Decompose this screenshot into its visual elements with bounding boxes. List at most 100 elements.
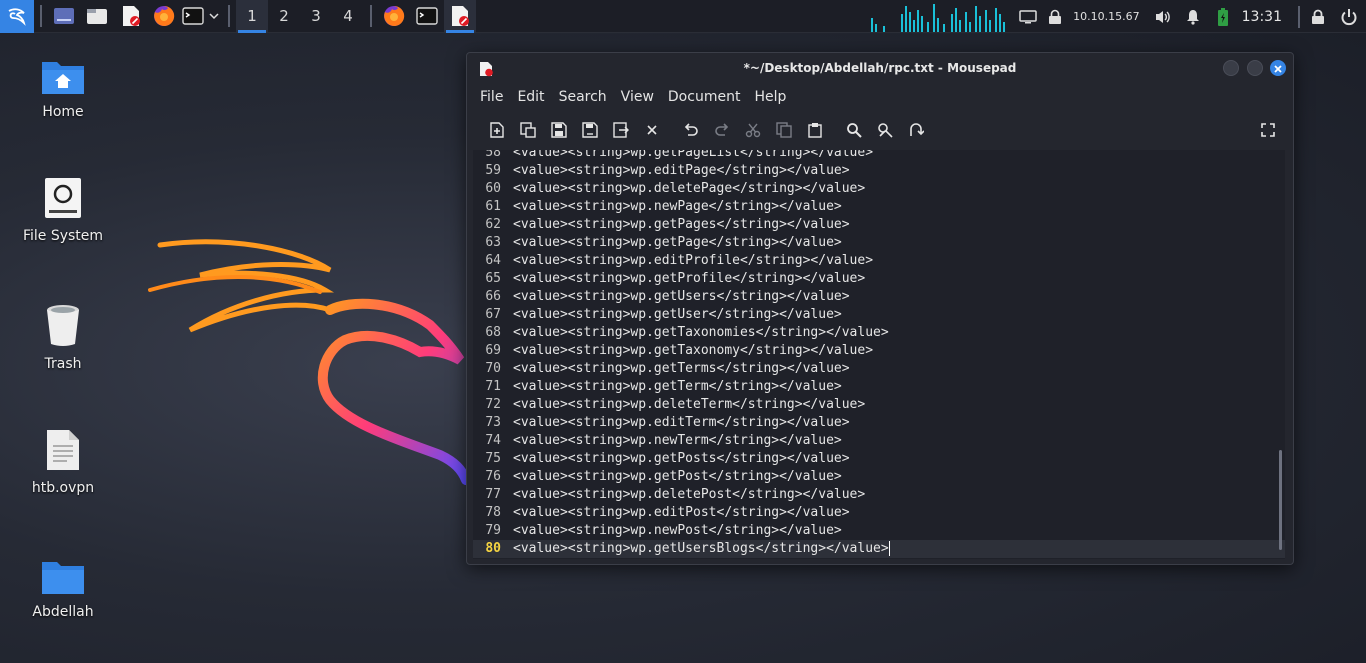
line-number: 72 [485, 397, 501, 412]
line-text: <value><string>wp.getUser</string></valu… [513, 307, 842, 322]
save-button[interactable] [543, 116, 574, 144]
editor-line: 69 <value><string>wp.getTaxonomy</string>… [473, 342, 1285, 360]
line-text: <value><string>wp.deletePage</string></v… [513, 181, 866, 196]
menu-bar: File Edit Search View Document Help [467, 83, 1293, 111]
top-panel: 1 2 3 4 10.10.15.67 13:31 [0, 0, 1366, 33]
panel-separator [228, 5, 230, 27]
display-icon[interactable] [1013, 0, 1043, 33]
line-number: 71 [485, 379, 501, 394]
cpu-graph-icon[interactable] [871, 1, 1008, 32]
line-number: 64 [485, 253, 501, 268]
text-file-icon [47, 430, 79, 470]
editor-line: 70 <value><string>wp.getTerms</string></v… [473, 360, 1285, 378]
new-document-button[interactable] [481, 116, 512, 144]
terminal-launcher[interactable] [180, 0, 206, 33]
line-text: <value><string>wp.getUsersBlogs</string>… [505, 540, 890, 558]
menu-help[interactable]: Help [747, 89, 793, 105]
editor-line: 78 <value><string>wp.editPost</string></v… [473, 504, 1285, 522]
new-window-button[interactable] [512, 116, 543, 144]
window-titlebar[interactable]: *~/Desktop/Abdellah/rpc.txt - Mousepad [467, 53, 1293, 83]
kali-dragon-icon [8, 8, 26, 26]
folder-icon [42, 562, 84, 594]
current-line-text: <value><string>wp.getUsersBlogs</string>… [513, 541, 889, 556]
task-mousepad[interactable] [444, 0, 476, 33]
launcher-dropdown[interactable] [206, 0, 222, 33]
line-number: 61 [485, 199, 501, 214]
desktop-icon-home[interactable]: Home [8, 56, 118, 120]
menu-edit[interactable]: Edit [510, 89, 551, 105]
menu-search[interactable]: Search [552, 89, 614, 105]
line-number: 78 [485, 505, 501, 520]
find-replace-icon [877, 123, 893, 138]
paste-button[interactable] [799, 116, 830, 144]
workspace-4[interactable]: 4 [332, 0, 364, 33]
ip-address: 10.10.15.67 [1073, 10, 1140, 23]
file-manager-launcher[interactable] [80, 0, 114, 33]
line-text: <value><string>wp.getTerm</string></valu… [513, 379, 842, 394]
fullscreen-icon [1260, 123, 1275, 137]
kali-menu-button[interactable] [0, 0, 34, 33]
find-replace-button[interactable] [869, 116, 900, 144]
fullscreen-button[interactable] [1252, 116, 1283, 144]
clock[interactable]: 13:31 [1242, 9, 1282, 25]
line-number: 79 [485, 523, 501, 538]
editor-line: 73 <value><string>wp.editTerm</string></v… [473, 414, 1285, 432]
volume-icon[interactable] [1150, 0, 1176, 33]
text-editor-launcher[interactable] [114, 0, 148, 33]
workspace-3[interactable]: 3 [300, 0, 332, 33]
undo-button[interactable] [675, 116, 706, 144]
notification-bell-icon[interactable] [1176, 0, 1210, 33]
show-desktop-button[interactable] [48, 0, 80, 33]
reload-button[interactable] [605, 116, 636, 144]
desktop-icon-label: htb.ovpn [31, 480, 95, 496]
firefox-launcher[interactable] [148, 0, 180, 33]
power-icon[interactable] [1332, 0, 1366, 33]
redo-button[interactable] [706, 116, 737, 144]
editor-line: 65 <value><string>wp.getProfile</string><… [473, 270, 1285, 288]
search-icon [846, 123, 862, 138]
desktop-icon-label: Home [42, 104, 84, 120]
file-manager-icon [87, 9, 107, 24]
task-terminal[interactable] [410, 0, 444, 33]
desktop-icon-trash[interactable]: Trash [8, 302, 118, 372]
editor-line: 72 <value><string>wp.deleteTerm</string><… [473, 396, 1285, 414]
workspace-2[interactable]: 2 [268, 0, 300, 33]
close-button[interactable] [1270, 60, 1286, 76]
line-text: <value><string>wp.deletePost</string></v… [513, 487, 866, 502]
menu-file[interactable]: File [473, 89, 510, 105]
revert-icon [612, 122, 629, 138]
menu-view[interactable]: View [614, 89, 661, 105]
menu-document[interactable]: Document [661, 89, 748, 105]
editor-line: 71 <value><string>wp.getTerm</string></va… [473, 378, 1285, 396]
maximize-button[interactable] [1247, 60, 1263, 76]
line-text: <value><string>wp.editProfile</string></… [513, 253, 874, 268]
lock-screen-icon[interactable] [1304, 0, 1332, 33]
terminal-icon [182, 7, 204, 25]
vpn-lock-icon[interactable] [1043, 0, 1067, 33]
desktop-icon-abdellah[interactable]: Abdellah [8, 558, 118, 620]
cut-icon [745, 123, 760, 138]
line-text: <value><string>wp.getTerms</string></val… [513, 361, 850, 376]
task-firefox[interactable] [378, 0, 410, 33]
find-button[interactable] [838, 116, 869, 144]
line-number: 70 [485, 361, 501, 376]
battery-charging-icon[interactable] [1210, 0, 1236, 33]
paste-icon [807, 123, 822, 138]
cut-button[interactable] [737, 116, 768, 144]
copy-button[interactable] [768, 116, 799, 144]
text-editor-area[interactable]: 58 <value><string>wp.getPageList</string>… [473, 150, 1285, 559]
desktop-icon-htb-ovpn[interactable]: htb.ovpn [8, 428, 118, 496]
line-text: <value><string>wp.newPost</string></valu… [513, 523, 842, 538]
editor-line: 68 <value><string>wp.getTaxonomies</strin… [473, 324, 1285, 342]
vertical-scrollbar[interactable] [1279, 450, 1282, 550]
workspace-1[interactable]: 1 [236, 0, 268, 33]
go-to-line-button[interactable] [900, 116, 931, 144]
minimize-button[interactable] [1223, 60, 1239, 76]
save-as-button[interactable] [574, 116, 605, 144]
redo-icon [714, 123, 728, 136]
desktop-icon-file-system[interactable]: File System [8, 176, 118, 244]
close-tab-button[interactable] [636, 116, 667, 144]
save-as-icon [581, 122, 598, 138]
drive-icon [45, 178, 81, 218]
editor-line: 67 <value><string>wp.getUser</string></va… [473, 306, 1285, 324]
